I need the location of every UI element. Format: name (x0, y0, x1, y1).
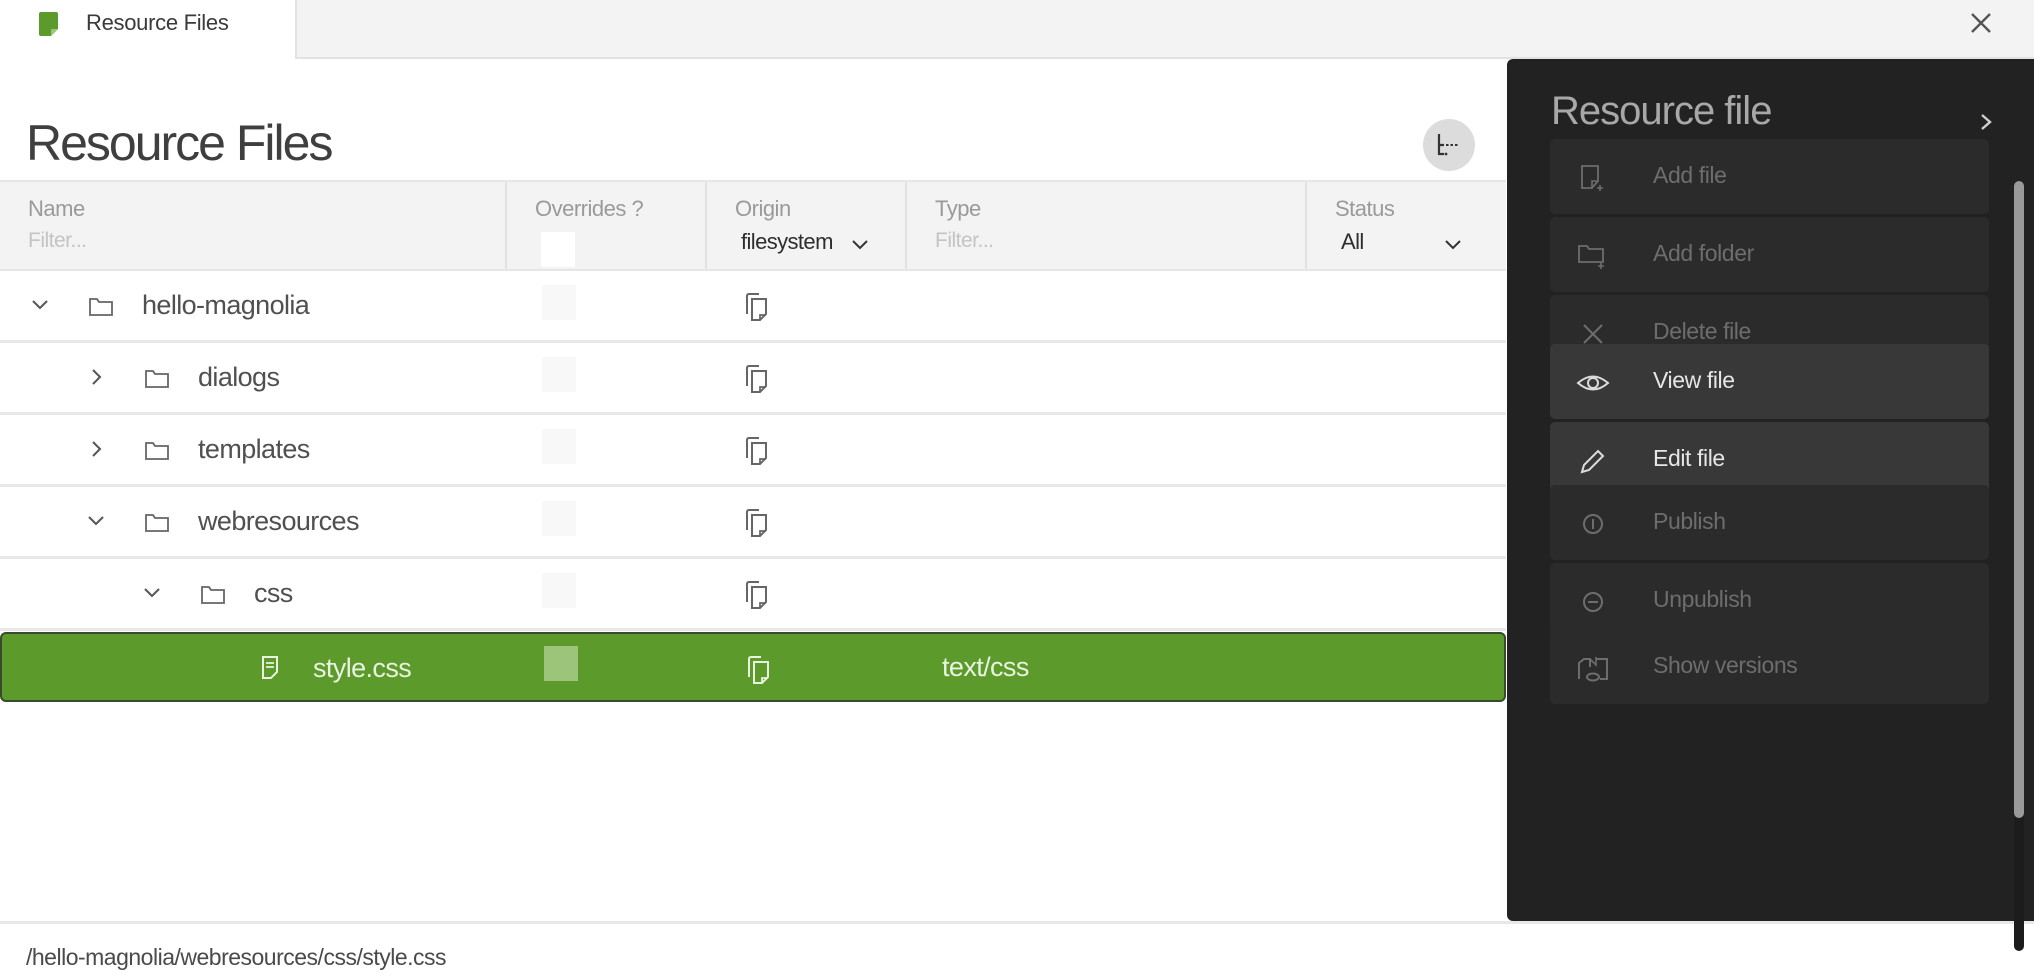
tree-row[interactable]: templates (0, 415, 1506, 487)
add-folder-icon (1578, 245, 1604, 269)
overrides-checkbox[interactable] (542, 429, 576, 464)
action-panel-title: Resource file (1551, 89, 1772, 133)
tree-item-name: style.css (313, 653, 412, 683)
action-label: Add file (1653, 162, 1727, 188)
chevron-down-icon[interactable] (140, 581, 164, 605)
action-label: Unpublish (1653, 586, 1752, 612)
unpublish-icon (1583, 592, 1603, 612)
status-bar: /hello-magnolia/webresources/css/style.c… (0, 921, 2034, 980)
tree-row[interactable]: hello-magnolia (0, 271, 1506, 343)
eye-icon (1576, 375, 1610, 391)
column-status: Status All (1307, 182, 1506, 269)
chevron-down-icon[interactable] (84, 509, 108, 533)
column-origin: Origin filesystem (707, 182, 907, 269)
tab-label: Resource Files (86, 10, 229, 35)
tree-row[interactable]: dialogs (0, 343, 1506, 415)
chevron-right-icon[interactable] (84, 365, 108, 389)
chevron-down-icon[interactable] (28, 293, 52, 317)
tree-item-type: text/css (942, 652, 1029, 682)
tree-item-name: hello-magnolia (142, 290, 310, 320)
action-label: Edit file (1653, 445, 1725, 471)
resource-files-app: Resource Files Resource Files Name Filte… (0, 0, 2034, 980)
folder-icon (201, 586, 225, 604)
overrides-checkbox[interactable] (542, 501, 576, 536)
action-label: Publish (1653, 508, 1726, 534)
action-label: View file (1653, 367, 1735, 393)
column-origin-label: Origin (735, 196, 791, 221)
scrollbar-thumb[interactable] (2014, 181, 2024, 818)
close-icon[interactable] (1966, 8, 1996, 38)
tab-resource-files[interactable]: Resource Files (0, 0, 297, 59)
view-file-action[interactable]: View file (1550, 344, 1989, 419)
overrides-checkbox[interactable] (542, 357, 576, 392)
file-icon (262, 656, 278, 679)
publish-icon (1583, 514, 1603, 534)
versions-icon (1578, 657, 1608, 682)
overrides-checkbox[interactable] (542, 285, 576, 320)
filesystem-origin-icon (748, 656, 769, 684)
tree-row[interactable]: webresources (0, 487, 1506, 559)
add-folder-action[interactable]: Add folder (1550, 217, 1989, 292)
tree-structure-icon (1437, 134, 1459, 156)
column-name-label: Name (28, 196, 85, 221)
column-overrides: Overrides ? (507, 182, 707, 269)
filesystem-origin-icon (746, 509, 767, 537)
tree-row[interactable]: css (0, 559, 1506, 631)
filesystem-origin-icon (746, 581, 767, 609)
tree-item-name: dialogs (198, 362, 280, 392)
folder-icon (145, 442, 169, 460)
selected-path: /hello-magnolia/webresources/css/style.c… (26, 944, 447, 970)
add-file-icon (1581, 165, 1603, 191)
column-type-label: Type (935, 196, 981, 221)
add-file-action[interactable]: Add file (1550, 139, 1989, 214)
folder-icon (145, 514, 169, 532)
show-versions-action[interactable]: Show versions (1550, 629, 1989, 704)
column-overrides-label: Overrides ? (535, 196, 644, 221)
resource-file-icon (39, 12, 58, 36)
tree-item-name: templates (198, 434, 310, 464)
folder-icon (145, 370, 169, 388)
pencil-icon (1580, 449, 1605, 474)
column-status-label: Status (1335, 196, 1395, 221)
action-label: Delete file (1653, 318, 1751, 344)
tree-item-name: webresources (198, 506, 359, 536)
chevron-down-icon[interactable] (1443, 237, 1463, 251)
tab-bar: Resource Files (0, 0, 2034, 59)
tree-view-toggle-button[interactable] (1423, 119, 1475, 171)
chevron-right-icon[interactable] (84, 437, 108, 461)
filesystem-origin-icon (746, 437, 767, 465)
tree-item-name: css (254, 578, 293, 608)
column-name: Name Filter... (0, 182, 507, 269)
overrides-filter-checkbox[interactable] (541, 232, 575, 267)
overrides-checkbox[interactable] (544, 646, 578, 681)
filesystem-origin-icon (746, 293, 767, 321)
page-title: Resource Files (26, 115, 333, 171)
chevron-right-icon[interactable] (1975, 109, 1997, 135)
overrides-checkbox[interactable] (542, 573, 576, 608)
action-label: Show versions (1653, 652, 1798, 678)
tree-row[interactable]: style.css text/css (0, 632, 1506, 702)
publish-action[interactable]: Publish (1550, 485, 1989, 560)
grid-header: Name Filter... Overrides ? Origin filesy… (0, 180, 1506, 271)
column-type: Type Filter... (907, 182, 1307, 269)
type-filter-input[interactable]: Filter... (935, 229, 994, 253)
filesystem-origin-icon (746, 365, 767, 393)
status-filter-select[interactable]: All (1341, 229, 1364, 255)
name-filter-input[interactable]: Filter... (28, 229, 87, 253)
chevron-down-icon[interactable] (850, 237, 870, 251)
action-panel: Resource file Add file Add folder Delete f… (1507, 59, 2034, 951)
unpublish-action[interactable]: Unpublish (1550, 563, 1989, 638)
origin-filter-select[interactable]: filesystem (741, 229, 847, 255)
action-label: Add folder (1653, 240, 1754, 266)
folder-icon (89, 298, 113, 316)
